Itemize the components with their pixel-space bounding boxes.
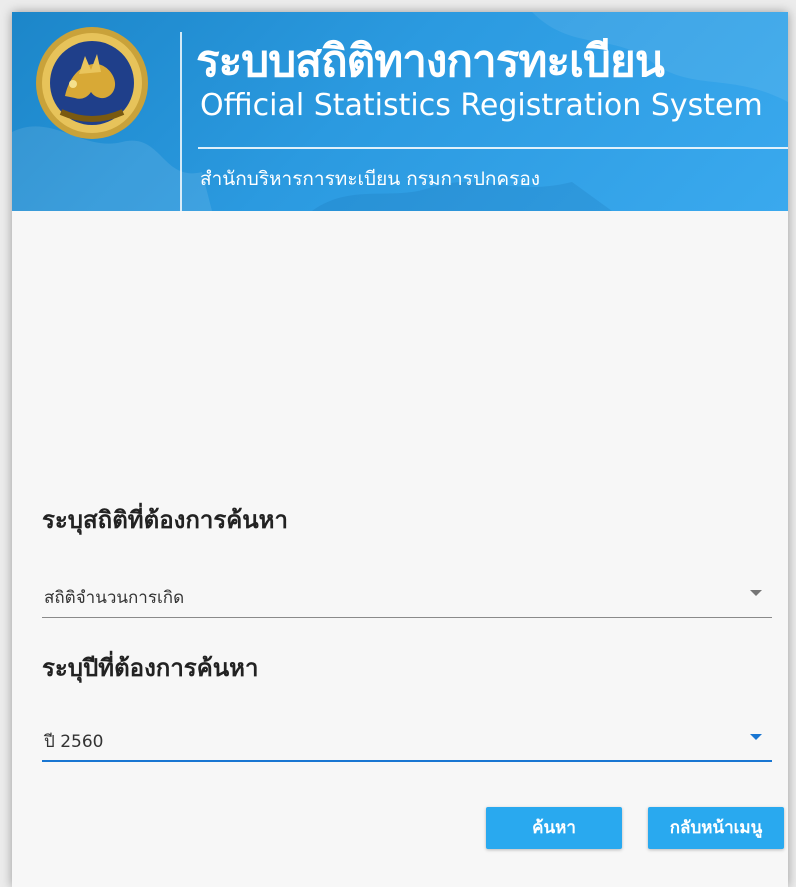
statistic-type-value: สถิติจำนวนการเกิด — [44, 588, 185, 608]
select-underline — [42, 617, 772, 618]
select-underline-focused — [42, 760, 772, 762]
year-value: ปี 2560 — [44, 732, 104, 752]
statistic-type-label: ระบุสถิติที่ต้องการค้นหา — [42, 506, 288, 534]
app-title-english: Official Statistics Registration System — [200, 88, 763, 123]
header-divider — [180, 32, 182, 211]
app-title-thai: ระบบสถิติทางการทะเบียน — [196, 36, 665, 87]
agency-subtitle: สำนักบริหารการทะเบียน กรมการปกครอง — [200, 168, 541, 190]
header-banner: ระบบสถิติทางการทะเบียน Official Statisti… — [12, 12, 788, 211]
search-button[interactable]: ค้นหา — [486, 807, 622, 849]
caret-down-icon — [750, 734, 762, 740]
department-seal-logo-icon — [36, 27, 148, 139]
back-to-menu-button[interactable]: กลับหน้าเมนู — [648, 807, 784, 849]
year-select[interactable]: ปี 2560 — [42, 716, 772, 762]
header-rule — [198, 147, 788, 149]
app-window: ระบบสถิติทางการทะเบียน Official Statisti… — [12, 12, 788, 887]
caret-down-icon — [750, 590, 762, 596]
year-label: ระบุปีที่ต้องการค้นหา — [42, 654, 259, 682]
statistic-type-select[interactable]: สถิติจำนวนการเกิด — [42, 572, 772, 618]
